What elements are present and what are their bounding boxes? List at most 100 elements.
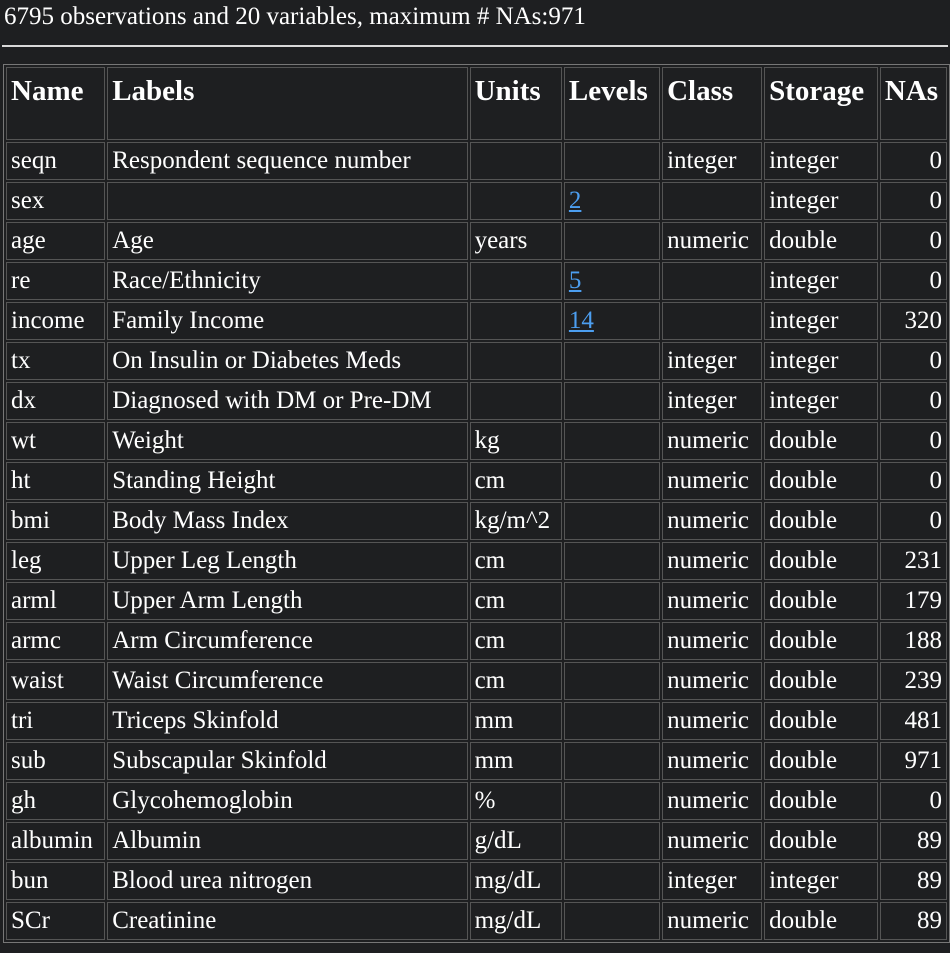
column-header-name: Name <box>6 67 106 140</box>
column-header-class: Class <box>662 67 763 140</box>
variable-storage-cell: double <box>764 222 878 260</box>
variable-nas-cell: 0 <box>879 182 947 220</box>
variable-storage-cell: integer <box>764 142 878 180</box>
variable-storage-cell: double <box>764 662 878 700</box>
variable-levels-cell <box>563 862 661 900</box>
variable-label-cell <box>107 182 468 220</box>
variable-name-cell: sub <box>6 742 106 780</box>
variable-class-cell <box>662 182 763 220</box>
table-row: tx On Insulin or Diabetes Meds integer inte… <box>6 342 947 380</box>
variable-class-cell: numeric <box>662 822 763 860</box>
variable-label-cell: Creatinine <box>107 902 468 940</box>
column-header-storage: Storage <box>764 67 878 140</box>
variable-class-cell: numeric <box>662 702 763 740</box>
variable-label-cell: Albumin <box>107 822 468 860</box>
variable-units-cell: cm <box>469 462 562 500</box>
variable-levels-cell <box>563 662 661 700</box>
variable-nas-cell: 481 <box>879 702 947 740</box>
variable-levels-cell <box>563 822 661 860</box>
table-row: albumin Albumin g/dL numeric double 89 <box>6 822 947 860</box>
variable-nas-cell: 0 <box>879 142 947 180</box>
variable-units-cell: kg <box>469 422 562 460</box>
levels-link[interactable]: 14 <box>569 307 594 334</box>
variable-label-cell: Blood urea nitrogen <box>107 862 468 900</box>
variable-units-cell: mm <box>469 742 562 780</box>
variable-class-cell: integer <box>662 142 763 180</box>
table-row: arml Upper Arm Length cm numeric double 179 <box>6 582 947 620</box>
variable-name-cell: armc <box>6 622 106 660</box>
variable-label-cell: Weight <box>107 422 468 460</box>
variable-class-cell: integer <box>662 342 763 380</box>
variable-units-cell: cm <box>469 582 562 620</box>
variable-label-cell: Respondent sequence number <box>107 142 468 180</box>
variable-levels-cell <box>563 782 661 820</box>
variable-class-cell <box>662 262 763 300</box>
variable-nas-cell: 0 <box>879 462 947 500</box>
variable-levels-cell <box>563 502 661 540</box>
variable-levels-cell <box>563 702 661 740</box>
variable-label-cell: Race/Ethnicity <box>107 262 468 300</box>
variable-class-cell: numeric <box>662 742 763 780</box>
variable-name-cell: ht <box>6 462 106 500</box>
table-body: seqn Respondent sequence number integer int… <box>6 142 947 940</box>
table-row: leg Upper Leg Length cm numeric double 231 <box>6 542 947 580</box>
variable-label-cell: On Insulin or Diabetes Meds <box>107 342 468 380</box>
variable-storage-cell: double <box>764 502 878 540</box>
variable-units-cell: mg/dL <box>469 902 562 940</box>
variable-name-cell: arml <box>6 582 106 620</box>
variable-name-cell: dx <box>6 382 106 420</box>
variable-storage-cell: double <box>764 582 878 620</box>
table-row: ht Standing Height cm numeric double 0 <box>6 462 947 500</box>
variable-nas-cell: 0 <box>879 502 947 540</box>
variable-storage-cell: integer <box>764 302 878 340</box>
variable-class-cell: numeric <box>662 622 763 660</box>
variable-units-cell: years <box>469 222 562 260</box>
variable-class-cell: numeric <box>662 782 763 820</box>
variable-units-cell <box>469 142 562 180</box>
variable-units-cell: cm <box>469 622 562 660</box>
variable-label-cell: Body Mass Index <box>107 502 468 540</box>
variables-table: Name Labels Units Levels Class Storage N… <box>3 64 950 943</box>
column-header-labels: Labels <box>107 67 468 140</box>
variable-nas-cell: 0 <box>879 342 947 380</box>
variable-storage-cell: integer <box>764 182 878 220</box>
variable-nas-cell: 231 <box>879 542 947 580</box>
table-row: tri Triceps Skinfold mm numeric double 481 <box>6 702 947 740</box>
variable-levels-cell <box>563 382 661 420</box>
variable-name-cell: tx <box>6 342 106 380</box>
variable-levels-cell <box>563 582 661 620</box>
variable-class-cell: numeric <box>662 462 763 500</box>
variable-levels-cell <box>563 622 661 660</box>
table-row: sex 2 integer 0 <box>6 182 947 220</box>
variable-levels-cell <box>563 462 661 500</box>
variable-units-cell: cm <box>469 542 562 580</box>
variable-label-cell: Arm Circumference <box>107 622 468 660</box>
variable-label-cell: Glycohemoglobin <box>107 782 468 820</box>
variable-storage-cell: integer <box>764 382 878 420</box>
column-header-nas: NAs <box>879 67 947 140</box>
variable-class-cell: integer <box>662 862 763 900</box>
variable-class-cell: numeric <box>662 542 763 580</box>
variable-class-cell: numeric <box>662 582 763 620</box>
variable-name-cell: wt <box>6 422 106 460</box>
variable-storage-cell: double <box>764 422 878 460</box>
variable-storage-cell: double <box>764 622 878 660</box>
variable-units-cell: % <box>469 782 562 820</box>
table-row: age Age years numeric double 0 <box>6 222 947 260</box>
variable-storage-cell: double <box>764 462 878 500</box>
variable-units-cell <box>469 262 562 300</box>
variable-label-cell: Waist Circumference <box>107 662 468 700</box>
variable-label-cell: Family Income <box>107 302 468 340</box>
variable-class-cell: numeric <box>662 422 763 460</box>
variable-name-cell: SCr <box>6 902 106 940</box>
variable-name-cell: leg <box>6 542 106 580</box>
variable-nas-cell: 0 <box>879 422 947 460</box>
variable-class-cell: numeric <box>662 502 763 540</box>
variable-nas-cell: 0 <box>879 782 947 820</box>
variable-name-cell: albumin <box>6 822 106 860</box>
levels-link[interactable]: 2 <box>569 187 582 214</box>
variable-levels-cell <box>563 902 661 940</box>
levels-link[interactable]: 5 <box>569 267 582 294</box>
variable-levels-cell <box>563 222 661 260</box>
table-row: dx Diagnosed with DM or Pre-DM integer inte… <box>6 382 947 420</box>
